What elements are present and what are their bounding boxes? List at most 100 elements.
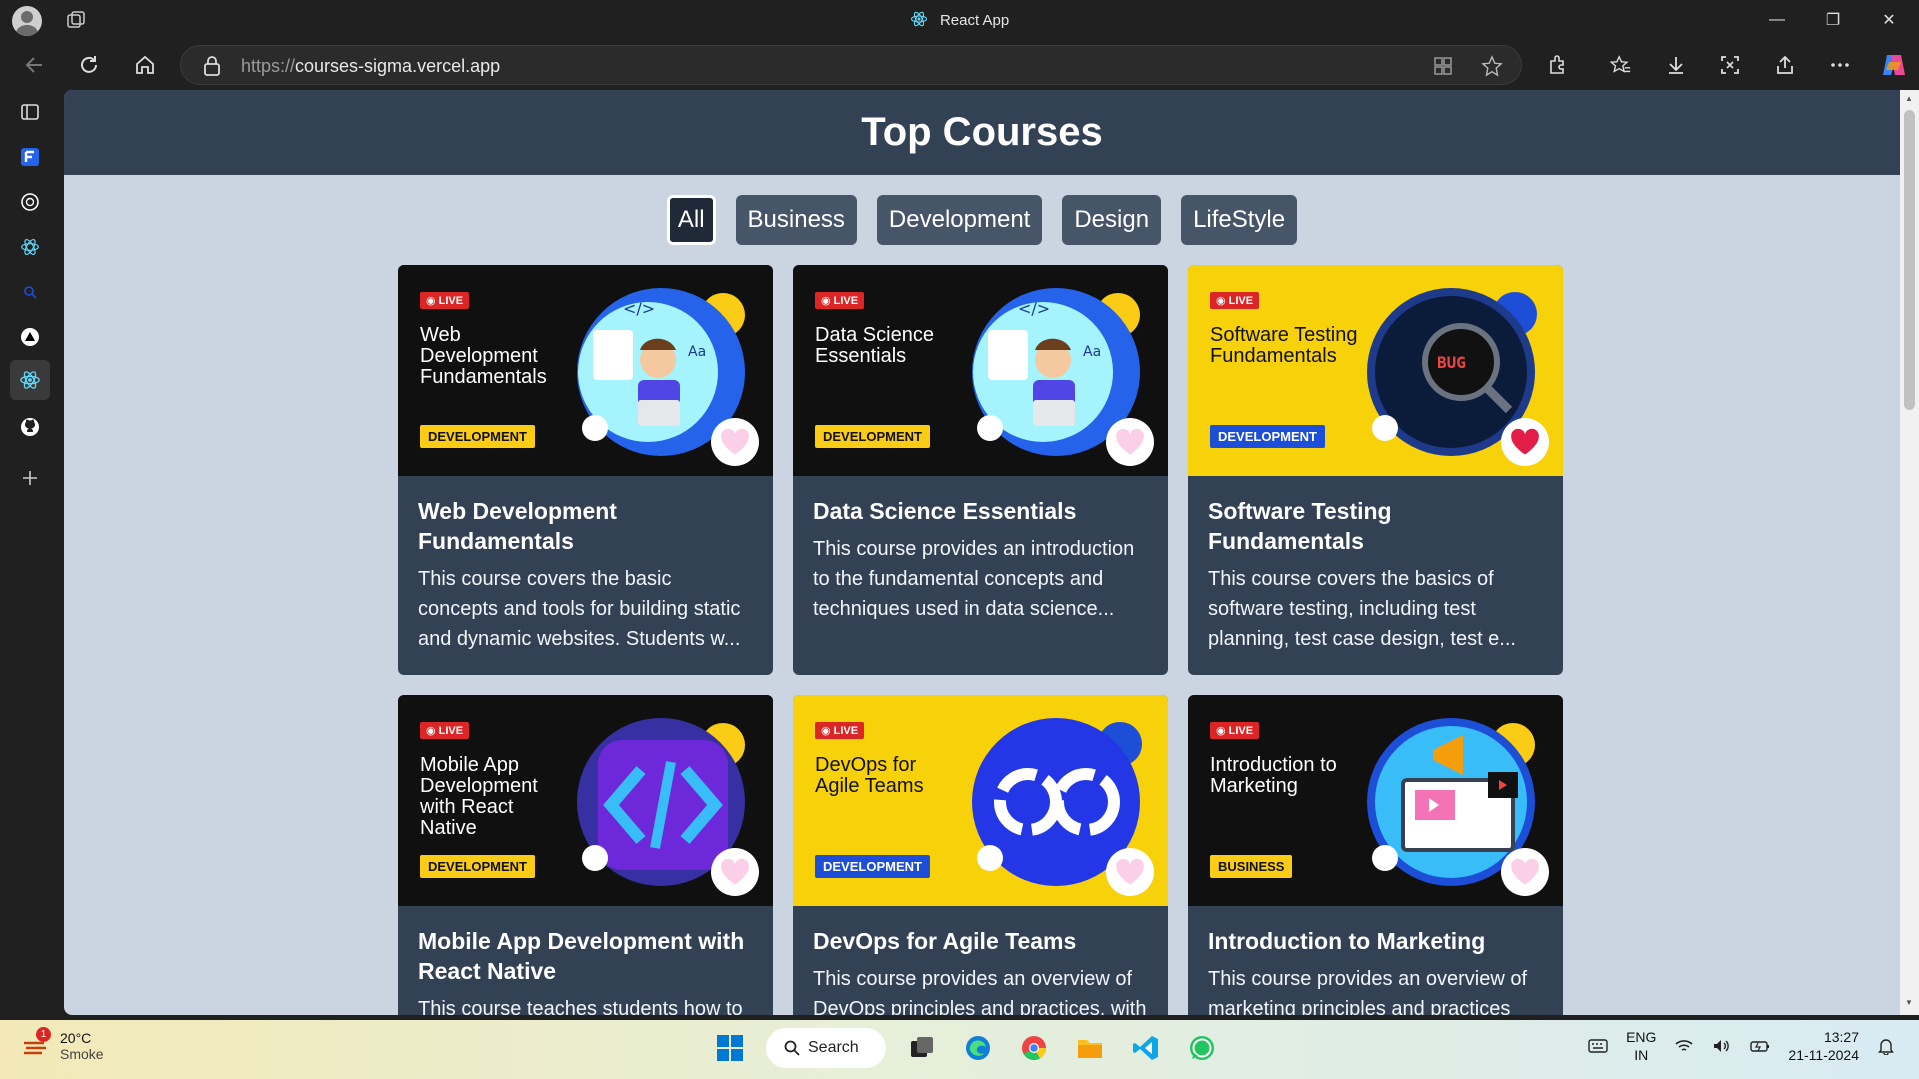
- sidebar-item-chatgpt[interactable]: [14, 186, 46, 218]
- sidebar-item-search[interactable]: [14, 276, 46, 308]
- course-title: Web Development Fundamentals: [418, 498, 617, 554]
- folder-icon: [1078, 1040, 1102, 1058]
- favorite-star-icon[interactable]: [1481, 55, 1503, 77]
- wifi-icon[interactable]: [1674, 1038, 1694, 1054]
- like-button[interactable]: [1106, 848, 1154, 896]
- like-button[interactable]: [1501, 418, 1549, 466]
- filter-all-button[interactable]: All: [666, 195, 716, 245]
- card-body: Introduction to Marketing This course pr…: [1188, 906, 1563, 1015]
- browser-titlebar: React App — ❐ ✕: [0, 0, 1919, 40]
- course-description: This course covers the basic concepts an…: [418, 568, 741, 650]
- like-button[interactable]: [711, 848, 759, 896]
- page-scrollbar[interactable]: ▲ ▼: [1900, 90, 1919, 1015]
- live-badge: ◉ LIVE: [1210, 722, 1260, 739]
- task-view-button[interactable]: [902, 1028, 942, 1068]
- course-title: DevOps for Agile Teams: [813, 928, 1077, 954]
- category-tag: DEVELOPMENT: [420, 855, 535, 878]
- lock-icon[interactable]: [203, 56, 221, 76]
- category-tag: BUSINESS: [1210, 855, 1293, 878]
- like-button[interactable]: [1501, 848, 1549, 896]
- filter-design-button[interactable]: Design: [1062, 195, 1162, 245]
- like-button[interactable]: [711, 418, 759, 466]
- search-icon: [24, 286, 37, 299]
- search-icon: [784, 1040, 800, 1056]
- scrollbar-thumb[interactable]: [1904, 110, 1915, 410]
- app-available-icon[interactable]: [1433, 56, 1453, 76]
- filter-business-button[interactable]: Business: [735, 195, 857, 245]
- volume-icon[interactable]: [1712, 1038, 1732, 1054]
- card-body: Web Development Fundamentals This course…: [398, 476, 773, 654]
- sidebar-tab-actions[interactable]: [14, 96, 46, 128]
- sidebar-add-button[interactable]: [14, 462, 46, 494]
- live-label: LIVE: [1228, 295, 1254, 307]
- decor-dot: [582, 845, 608, 871]
- card-body: DevOps for Agile Teams This course provi…: [793, 906, 1168, 1015]
- home-button[interactable]: [128, 48, 162, 82]
- scroll-down-icon[interactable]: ▼: [1905, 998, 1913, 1007]
- language-indicator[interactable]: ENG IN: [1626, 1028, 1656, 1064]
- chrome-taskbar-button[interactable]: [1014, 1028, 1054, 1068]
- url-text[interactable]: https://courses-sigma.vercel.app: [241, 56, 500, 77]
- svg-text:Aa: Aa: [688, 344, 706, 360]
- chrome-icon: [1022, 1036, 1046, 1061]
- more-options-button[interactable]: [1823, 48, 1857, 82]
- weather-temp: 20°C: [60, 1030, 92, 1046]
- sidebar-item-react[interactable]: [14, 231, 46, 263]
- weather-icon: 1: [20, 1027, 51, 1061]
- refresh-button[interactable]: [72, 48, 106, 82]
- taskbar-search[interactable]: Search: [766, 1028, 886, 1068]
- weather-widget[interactable]: 1 20°C Smoke: [20, 1027, 104, 1062]
- edge-taskbar-button[interactable]: [958, 1028, 998, 1068]
- battery-icon[interactable]: [1750, 1038, 1770, 1054]
- filter-lifestyle-button[interactable]: LifeStyle: [1181, 195, 1298, 245]
- course-card[interactable]: ◉ LIVE Software Testing Fundamentals DEV…: [1188, 265, 1563, 675]
- sidebar-item-github[interactable]: [14, 411, 46, 443]
- card-body: Mobile App Development with React Native…: [398, 906, 773, 1015]
- file-explorer-button[interactable]: [1070, 1028, 1110, 1068]
- course-card[interactable]: ◉ LIVE Mobile App Development with React…: [398, 695, 773, 1015]
- live-label: LIVE: [1228, 725, 1254, 737]
- whatsapp-icon: [1190, 1036, 1214, 1060]
- downloads-button[interactable]: [1659, 48, 1693, 82]
- course-card[interactable]: ◉ LIVE DevOps for Agile Teams DEVELOPMEN…: [793, 695, 1168, 1015]
- copilot-button[interactable]: [1877, 48, 1911, 82]
- whatsapp-taskbar-button[interactable]: [1182, 1028, 1222, 1068]
- like-button[interactable]: [1106, 418, 1154, 466]
- course-card[interactable]: ◉ LIVE Web Development Fundamentals DEVE…: [398, 265, 773, 675]
- course-thumbnail: ◉ LIVE Mobile App Development with React…: [398, 695, 773, 906]
- favorites-button[interactable]: [1604, 48, 1638, 82]
- address-bar[interactable]: https://courses-sigma.vercel.app: [180, 45, 1522, 85]
- keyboard-icon[interactable]: [1588, 1038, 1608, 1054]
- share-button[interactable]: [1768, 48, 1802, 82]
- live-badge: ◉ LIVE: [420, 722, 470, 739]
- back-button[interactable]: [18, 48, 52, 82]
- clock[interactable]: 13:27 21-11-2024: [1788, 1028, 1859, 1064]
- filter-development-button[interactable]: Development: [876, 195, 1043, 245]
- windows-taskbar: 1 20°C Smoke Search ENG IN 13:27 21-11-202…: [0, 1020, 1919, 1079]
- course-card[interactable]: ◉ LIVE Data Science Essentials DEVELOPME…: [793, 265, 1168, 675]
- course-thumbnail: ◉ LIVE Web Development Fundamentals DEVE…: [398, 265, 773, 476]
- sidebar-item-f-app[interactable]: [14, 141, 46, 173]
- course-description: This course provides an overview of DevO…: [813, 968, 1147, 1015]
- restore-button[interactable]: ❐: [1805, 0, 1861, 40]
- vscode-taskbar-button[interactable]: [1126, 1028, 1166, 1068]
- category-tag: DEVELOPMENT: [420, 425, 535, 448]
- minimize-button[interactable]: —: [1749, 0, 1805, 40]
- course-title: Mobile App Development with React Native: [418, 928, 745, 984]
- f-app-icon: [21, 148, 39, 166]
- course-card[interactable]: ◉ LIVE Introduction to Marketing BUSINES…: [1188, 695, 1563, 1015]
- screenshot-button[interactable]: [1713, 48, 1747, 82]
- sidebar-item-vercel[interactable]: [14, 321, 46, 353]
- extensions-button[interactable]: [1541, 48, 1575, 82]
- scroll-up-icon[interactable]: ▲: [1905, 94, 1913, 103]
- sidebar-item-react-active[interactable]: [10, 360, 50, 400]
- lang-bottom: IN: [1634, 1047, 1649, 1063]
- notification-bell-icon[interactable]: [1877, 1037, 1895, 1055]
- category-tag: DEVELOPMENT: [815, 855, 930, 878]
- category-tag: DEVELOPMENT: [815, 425, 930, 448]
- home-icon: [136, 55, 154, 74]
- close-button[interactable]: ✕: [1861, 0, 1917, 40]
- start-button[interactable]: [710, 1028, 750, 1068]
- live-badge: ◉ LIVE: [815, 292, 865, 309]
- live-badge: ◉ LIVE: [420, 292, 470, 309]
